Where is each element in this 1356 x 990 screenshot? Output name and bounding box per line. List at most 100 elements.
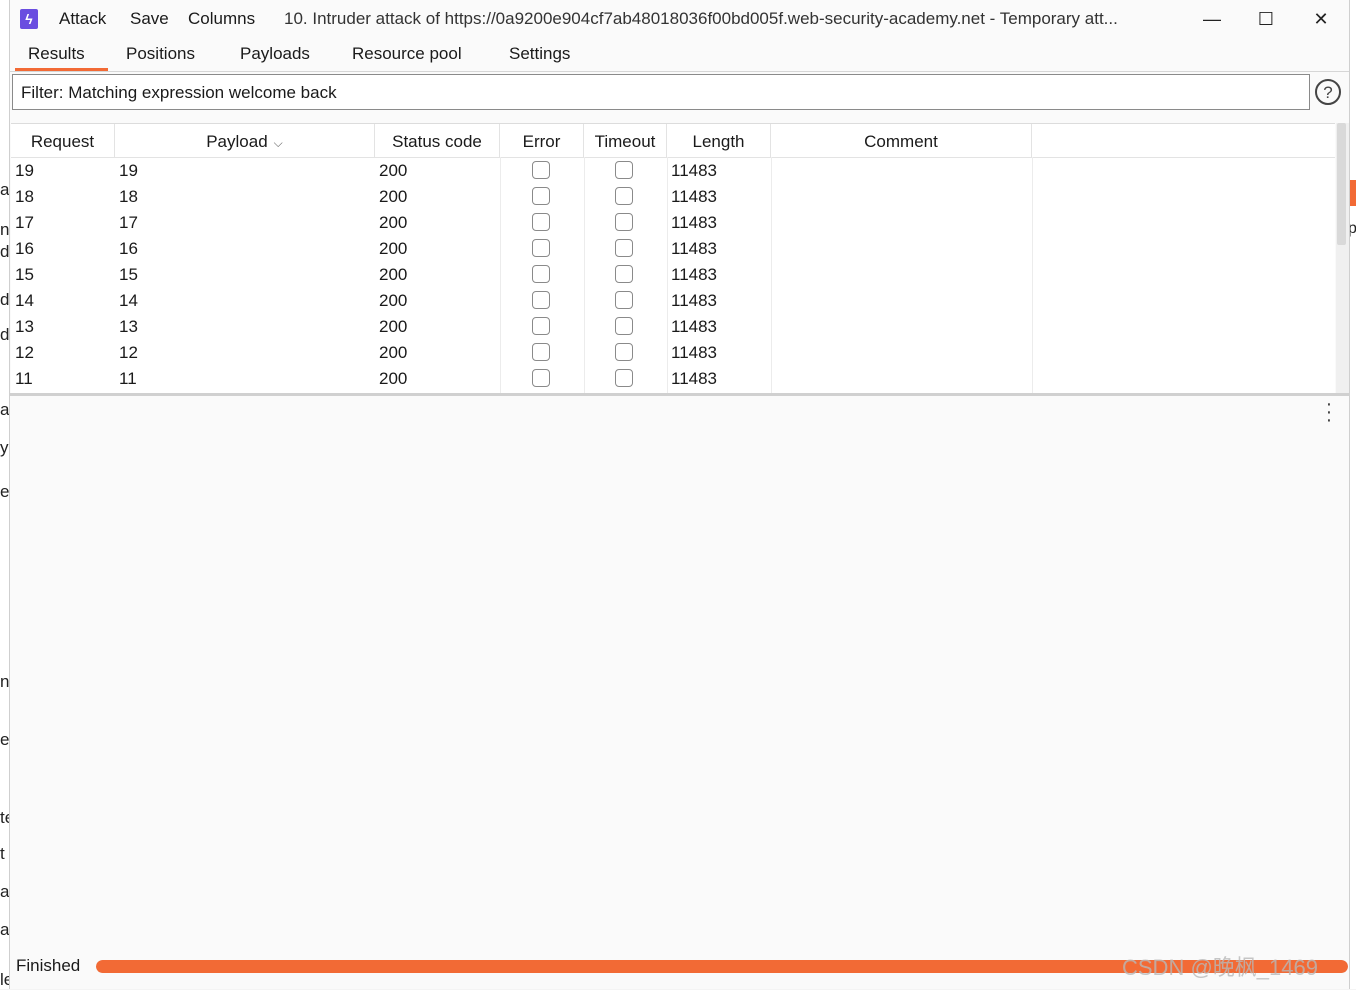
cell-length: 11483 [671, 187, 718, 206]
filter-text: Filter: Matching expression welcome back [21, 83, 337, 102]
cell-payload: 15 [119, 265, 138, 284]
tab-results[interactable]: Results [28, 44, 85, 64]
menu-save[interactable]: Save [130, 9, 169, 29]
error-checkbox[interactable] [532, 369, 550, 387]
bg-fragment: a [0, 920, 9, 939]
cell-length: 11483 [671, 317, 718, 336]
bg-fragment: e [0, 482, 9, 501]
scrollbar-thumb[interactable] [1337, 123, 1346, 245]
bg-fragment: t [0, 844, 5, 863]
cell-status: 200 [379, 369, 408, 388]
pane-splitter[interactable] [10, 393, 1349, 396]
column-header-request[interactable]: Request [11, 124, 115, 157]
cell-payload: 16 [119, 239, 138, 258]
minimize-button[interactable]: — [1192, 5, 1232, 33]
cell-request: 17 [15, 213, 34, 232]
table-row[interactable]: 16 16 200 11483 [11, 236, 1335, 262]
tab-payloads[interactable]: Payloads [240, 44, 310, 64]
timeout-checkbox[interactable] [615, 291, 633, 309]
bg-fragment: d [0, 242, 9, 261]
column-header-status-code[interactable]: Status code [375, 124, 500, 157]
cell-request: 12 [15, 343, 34, 362]
error-checkbox[interactable] [532, 187, 550, 205]
error-checkbox[interactable] [532, 343, 550, 361]
cell-payload: 11 [119, 369, 137, 388]
column-header-length[interactable]: Length [667, 124, 771, 157]
timeout-checkbox[interactable] [615, 343, 633, 361]
timeout-checkbox[interactable] [615, 265, 633, 283]
timeout-checkbox[interactable] [615, 161, 633, 179]
error-checkbox[interactable] [532, 239, 550, 257]
intruder-attack-window: ϟ Attack Save Columns 10. Intruder attac… [9, 0, 1350, 989]
error-checkbox[interactable] [532, 161, 550, 179]
cell-request: 11 [15, 369, 33, 388]
timeout-checkbox[interactable] [615, 213, 633, 231]
cell-payload: 12 [119, 343, 138, 362]
title-bar: ϟ Attack Save Columns 10. Intruder attac… [10, 0, 1349, 38]
timeout-checkbox[interactable] [615, 187, 633, 205]
bg-fragment: e [0, 730, 9, 749]
maximize-button[interactable]: ☐ [1246, 5, 1286, 33]
bg-fragment: y [0, 438, 9, 457]
tab-bar: Results Positions Payloads Resource pool… [10, 38, 1349, 72]
tab-positions[interactable]: Positions [126, 44, 195, 64]
cell-request: 13 [15, 317, 34, 336]
cell-request: 19 [15, 161, 34, 180]
bg-fragment: a [0, 180, 9, 199]
attack-status: Finished [16, 956, 81, 975]
column-header-error[interactable]: Error [500, 124, 584, 157]
table-row[interactable]: 14 14 200 11483 [11, 288, 1335, 314]
column-header-timeout[interactable]: Timeout [584, 124, 667, 157]
timeout-checkbox[interactable] [615, 369, 633, 387]
table-row[interactable]: 12 12 200 11483 [11, 340, 1335, 366]
window-title: 10. Intruder attack of https://0a9200e90… [284, 9, 1118, 28]
cell-length: 11483 [671, 161, 718, 180]
table-row[interactable]: 13 13 200 11483 [11, 314, 1335, 340]
cell-payload: 14 [119, 291, 138, 310]
cell-status: 200 [379, 213, 408, 232]
error-checkbox[interactable] [532, 265, 550, 283]
active-tab-indicator [15, 68, 108, 71]
cell-status: 200 [379, 239, 408, 258]
menu-columns[interactable]: Columns [188, 9, 255, 29]
error-checkbox[interactable] [532, 213, 550, 231]
table-row[interactable]: 15 15 200 11483 [11, 262, 1335, 288]
bg-fragment: d [0, 290, 9, 309]
filter-bar[interactable]: Filter: Matching expression welcome back [12, 74, 1310, 110]
watermark: CSDN @晚枫_1469 [1122, 955, 1318, 980]
cell-request: 16 [15, 239, 34, 258]
bg-fragment: n [0, 220, 9, 239]
cell-status: 200 [379, 317, 408, 336]
bg-fragment: te [0, 808, 9, 827]
timeout-checkbox[interactable] [615, 317, 633, 335]
cell-request: 14 [15, 291, 34, 310]
column-header-payload[interactable]: Payload ⌵ [115, 124, 375, 157]
sort-descending-icon: ⌵ [273, 136, 283, 150]
cell-status: 200 [379, 265, 408, 284]
cell-request: 18 [15, 187, 34, 206]
cell-status: 200 [379, 343, 408, 362]
column-header-comment[interactable]: Comment [771, 124, 1032, 157]
cell-length: 11483 [671, 343, 718, 362]
close-button[interactable]: ✕ [1301, 5, 1341, 33]
table-row[interactable]: 18 18 200 11483 [11, 184, 1335, 210]
background-window-left: a n d d d a y e na e te t ac a les [0, 0, 9, 989]
menu-attack[interactable]: Attack [59, 9, 106, 29]
table-row[interactable]: 19 19 200 11483 [11, 158, 1335, 184]
cell-payload: 19 [119, 161, 138, 180]
cell-length: 11483 [671, 239, 718, 258]
bg-fragment: a [0, 400, 9, 419]
cell-length: 11483 [671, 265, 718, 284]
tab-settings[interactable]: Settings [509, 44, 570, 64]
more-options-icon[interactable]: · · · [1322, 394, 1336, 430]
error-checkbox[interactable] [532, 291, 550, 309]
help-icon[interactable]: ? [1315, 79, 1341, 105]
timeout-checkbox[interactable] [615, 239, 633, 257]
table-row[interactable]: 17 17 200 11483 [11, 210, 1335, 236]
tab-resource-pool[interactable]: Resource pool [352, 44, 462, 64]
cell-length: 11483 [671, 369, 718, 388]
cell-length: 11483 [671, 291, 718, 310]
error-checkbox[interactable] [532, 317, 550, 335]
table-scrollbar[interactable] [1336, 123, 1349, 393]
table-row[interactable]: 11 11 200 11483 [11, 366, 1335, 392]
